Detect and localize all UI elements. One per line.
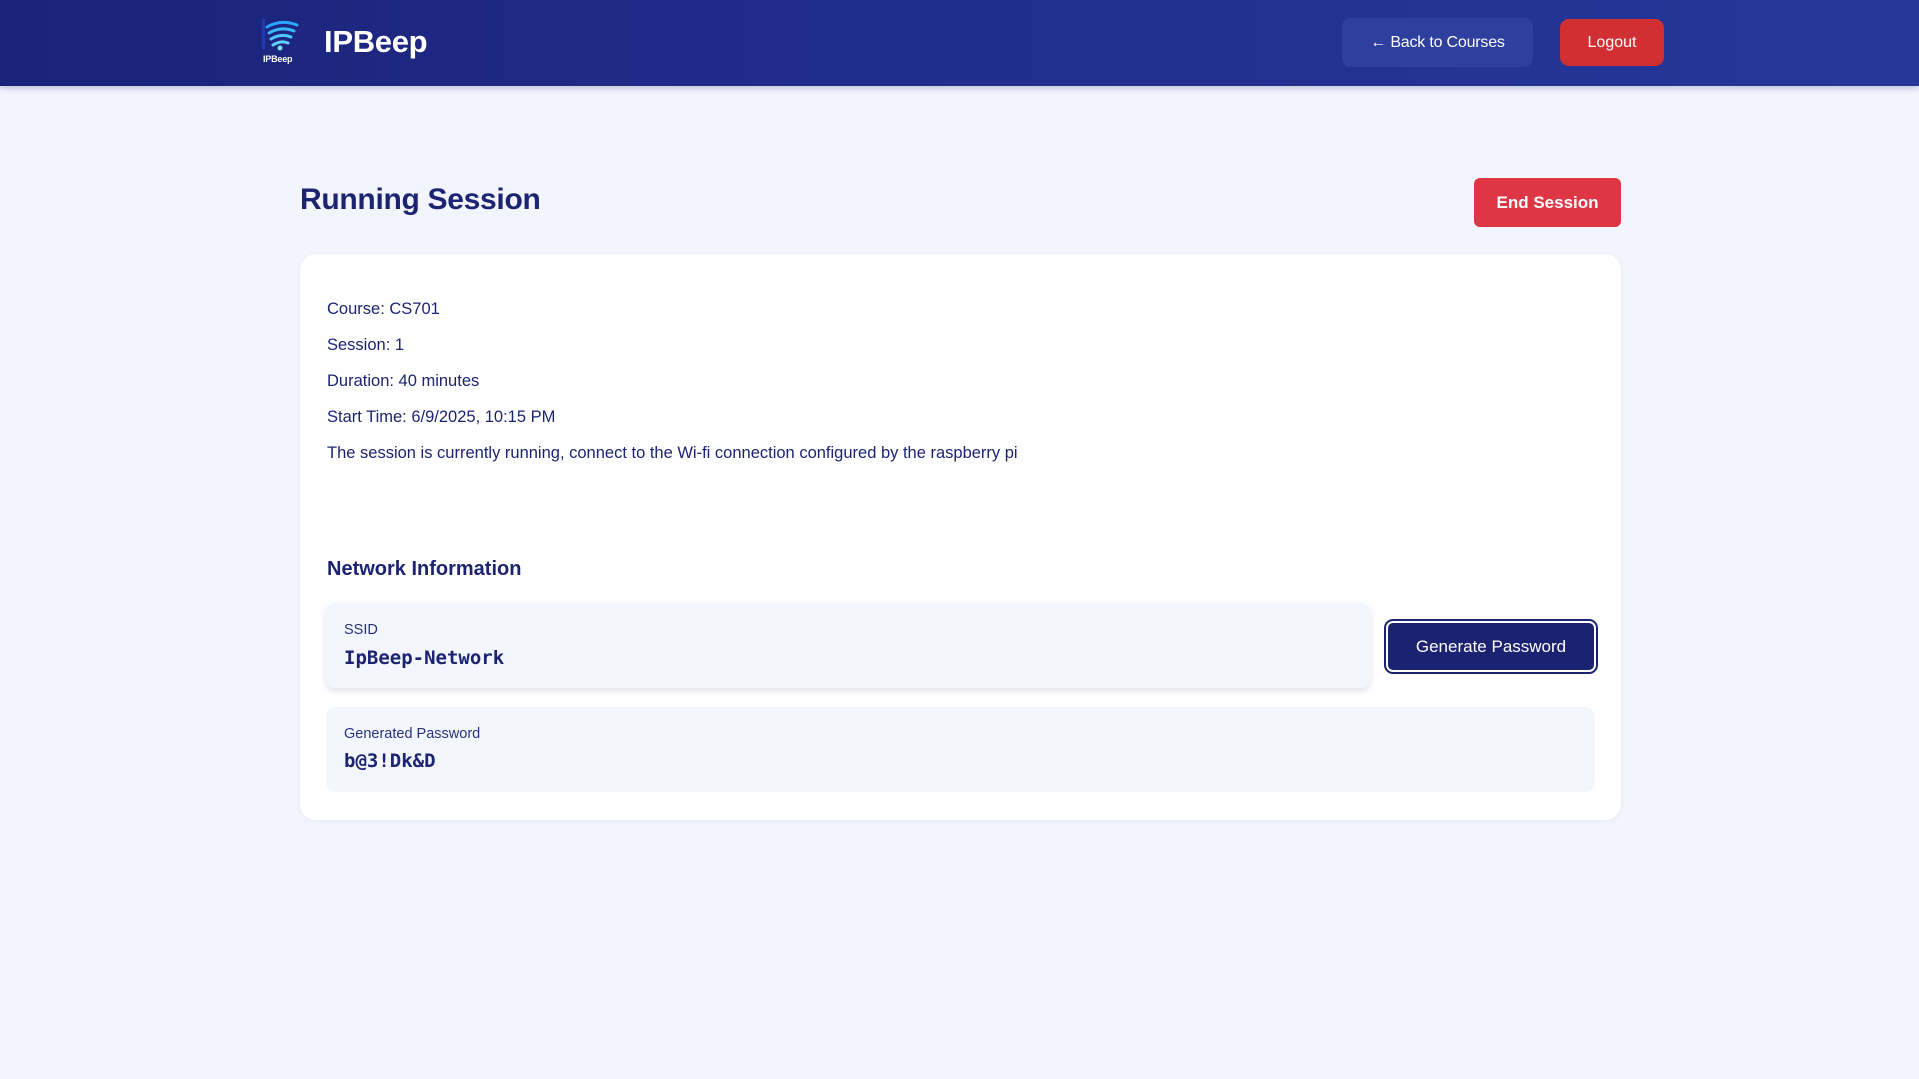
wifi-logo-icon: IPBeep — [261, 17, 301, 67]
end-session-button[interactable]: End Session — [1474, 178, 1621, 227]
course-info: Course: CS701 — [327, 300, 440, 318]
start-time-info: Start Time: 6/9/2025, 10:15 PM — [327, 408, 556, 426]
top-navbar: IPBeep IPBeep ← Back to Courses Logout — [0, 0, 1919, 86]
logo-text: IPBeep — [263, 54, 293, 64]
ssid-label: SSID — [344, 622, 378, 638]
session-info: Session: 1 — [327, 336, 405, 354]
generate-password-button[interactable]: Generate Password — [1386, 621, 1596, 672]
session-status-message: The session is currently running, connec… — [327, 444, 1018, 462]
network-info-heading: Network Information — [327, 558, 522, 580]
ssid-value: IpBeep-Network — [344, 647, 505, 669]
brand[interactable]: IPBeep IPBeep — [261, 17, 428, 67]
duration-info: Duration: 40 minutes — [327, 372, 480, 390]
brand-title: IPBeep — [324, 24, 428, 59]
logout-button[interactable]: Logout — [1560, 19, 1664, 66]
generated-password-field: Generated Password b@3!Dk&D — [326, 707, 1595, 792]
password-label: Generated Password — [344, 726, 481, 742]
password-value: b@3!Dk&D — [344, 750, 436, 772]
page-title: Running Session — [300, 183, 541, 216]
ssid-field: SSID IpBeep-Network — [326, 603, 1370, 688]
session-card: Course: CS701 Session: 1 Duration: 40 mi… — [300, 254, 1621, 820]
back-to-courses-button[interactable]: ← Back to Courses — [1342, 18, 1533, 67]
